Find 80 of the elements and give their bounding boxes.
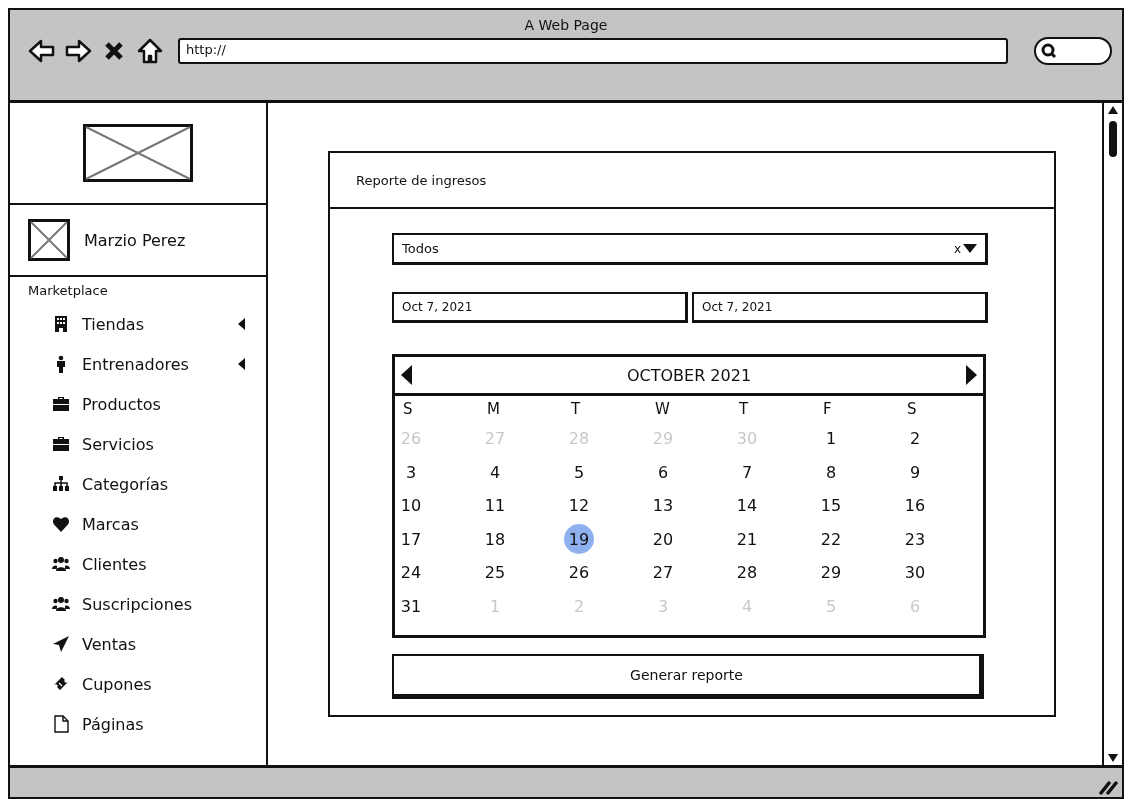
scroll-thumb[interactable] [1109,121,1117,157]
caret-icon[interactable] [238,358,246,370]
calendar-day[interactable]: 30 [900,557,930,588]
calendar-day[interactable]: 1 [816,423,846,454]
calendar-day[interactable]: 6 [648,457,678,488]
heart-icon [52,515,70,533]
date-field[interactable]: Oct 7, 2021 [392,292,688,323]
group-icon [52,595,70,613]
calendar-day[interactable]: 7 [732,457,762,488]
calendar-day[interactable]: 28 [732,557,762,588]
menu-item[interactable]: Cupones [82,674,246,694]
calendar-day[interactable]: 22 [816,524,846,555]
calendar-day[interactable]: 16 [900,490,930,521]
filter-dropdown[interactable]: Todos x [392,233,988,265]
calendar-day[interactable]: 26 [564,557,594,588]
forward-icon[interactable] [64,37,92,65]
menu-item[interactable]: Páginas [82,714,246,734]
calendar-day[interactable]: 20 [648,524,678,555]
calendar-day[interactable]: 15 [816,490,846,521]
calendar-day[interactable]: 21 [732,524,762,555]
date-field[interactable]: Oct 7, 2021 [692,292,988,323]
calendar-day[interactable]: 19 [564,524,594,555]
month-title: OCTOBER 2021 [625,365,753,385]
home-icon[interactable] [136,37,164,65]
calendar-day[interactable]: 11 [480,490,510,521]
briefcase-icon [52,395,70,413]
previous-month-icon[interactable] [401,365,413,385]
menu-item[interactable]: Tiendas [82,314,238,334]
window-title: A Web Page [524,17,608,33]
calendar-day[interactable]: 10 [396,490,426,521]
page-icon [52,715,70,733]
paper-plane-icon [52,635,70,653]
menu-item[interactable]: Productos [82,394,246,414]
calendar-day[interactable]: 12 [564,490,594,521]
weekday-label: S [403,400,413,418]
avatar-placeholder [28,219,70,261]
calendar-day[interactable]: 27 [648,557,678,588]
sitemap-icon [52,475,70,493]
menu-item[interactable]: Suscripciones [82,594,246,614]
calendar-day[interactable]: 25 [480,557,510,588]
generate-report-button[interactable]: Generar reporte [392,654,984,699]
calendar-day[interactable]: 23 [900,524,930,555]
briefcase-icon [52,435,70,453]
calendar-day[interactable]: 31 [396,591,426,622]
calendar-day[interactable]: 2 [900,423,930,454]
calendar-day[interactable]: 4 [480,457,510,488]
search-field[interactable] [1034,37,1112,65]
group-icon [52,555,70,573]
caret-icon[interactable] [238,318,246,330]
menu-item[interactable]: Marcas [82,514,246,534]
calendar-day[interactable]: 5 [564,457,594,488]
menu-item[interactable]: Categorías [82,474,246,494]
weekday-label: M [487,400,500,418]
menu-item[interactable]: Servicios [82,434,246,454]
menu-item[interactable]: Ventas [82,634,246,654]
calendar-day[interactable]: 17 [396,524,426,555]
calendar-day[interactable]: 14 [732,490,762,521]
menu-item[interactable]: Clientes [82,554,246,574]
weekday-label: T [571,400,581,418]
next-month-icon[interactable] [965,365,977,385]
menu-item[interactable]: Entrenadores [82,354,238,374]
calendar-day[interactable]: 8 [816,457,846,488]
url-field[interactable]: http:// [178,38,1008,64]
weekday-label: T [739,400,749,418]
calendar-day[interactable]: 18 [480,524,510,555]
caret-icon [963,244,977,253]
weekday-label: F [823,400,832,418]
calendar-day[interactable]: 29 [816,557,846,588]
search-icon [1040,42,1058,60]
weekday-label: W [655,400,670,418]
user-name: Marzio Perez [84,230,186,250]
calendar-day[interactable]: 24 [396,557,426,588]
weekday-label: S [907,400,917,418]
calendar-day[interactable]: 13 [648,490,678,521]
building-icon [52,315,70,333]
card-title: Reporte de ingresos [356,172,487,188]
calendar-day[interactable]: 3 [396,457,426,488]
section-heading: Marketplace [28,283,109,298]
back-icon[interactable] [28,37,56,65]
calendar-day[interactable]: 9 [900,457,930,488]
